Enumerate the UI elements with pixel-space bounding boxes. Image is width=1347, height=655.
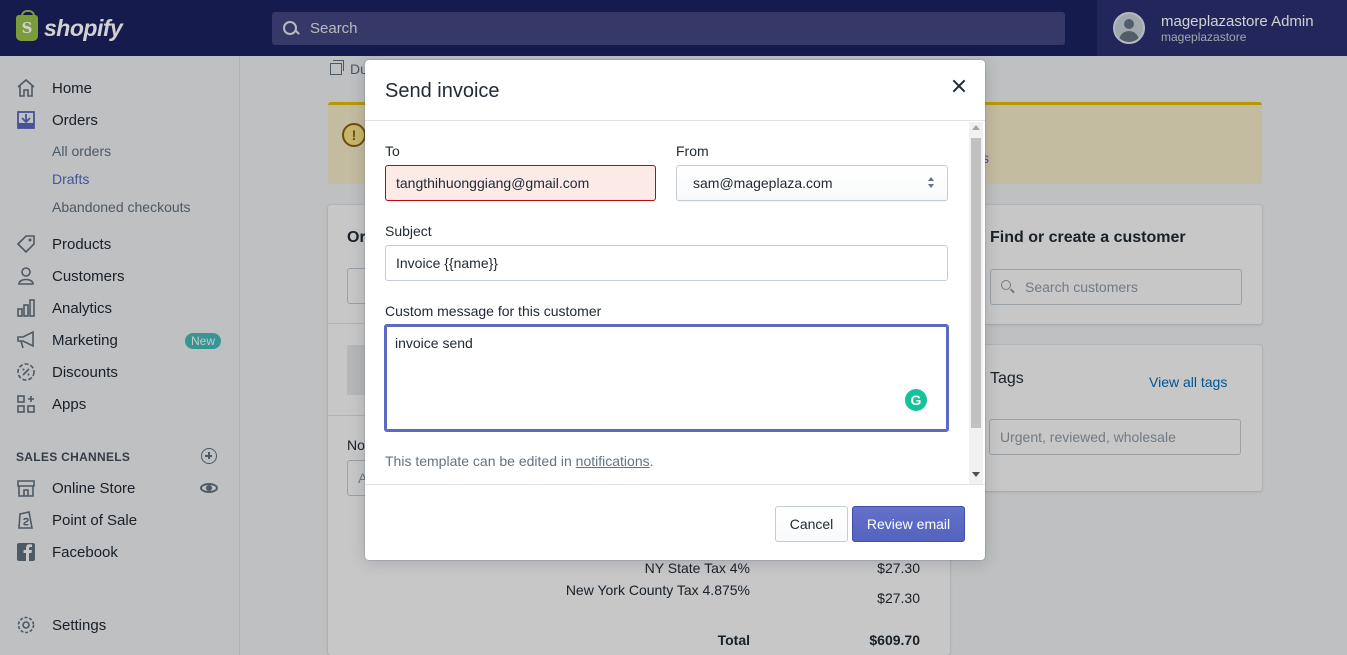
topbar-backdrop xyxy=(0,0,1347,56)
subject-label: Subject xyxy=(385,223,432,239)
modal-title: Send invoice xyxy=(385,80,500,102)
modal-body: To tangthihuonggiang@gmail.com From sam@… xyxy=(365,121,985,484)
scroll-up-icon[interactable] xyxy=(972,125,980,130)
from-email-select[interactable]: sam@mageplaza.com xyxy=(676,165,948,201)
modal-scrollbar[interactable] xyxy=(969,122,983,484)
select-arrows-icon xyxy=(927,177,935,189)
grammarly-icon[interactable]: G xyxy=(905,389,927,411)
to-email-field[interactable]: tangthihuonggiang@gmail.com xyxy=(385,165,656,201)
from-label: From xyxy=(676,143,709,159)
modal-footer: Cancel Review email xyxy=(365,484,985,560)
subject-field[interactable]: Invoice {{name}} xyxy=(385,245,948,281)
scroll-thumb[interactable] xyxy=(971,138,981,428)
scroll-down-icon[interactable] xyxy=(972,472,980,477)
to-label: To xyxy=(385,143,400,159)
review-email-button[interactable]: Review email xyxy=(852,506,965,542)
custom-message-label: Custom message for this customer xyxy=(385,303,602,319)
close-icon[interactable] xyxy=(949,76,969,96)
notifications-link[interactable]: notifications xyxy=(576,453,650,469)
modal-header: Send invoice xyxy=(365,60,985,121)
custom-message-textarea[interactable]: invoice send xyxy=(384,324,949,432)
template-help-text: This template can be edited in notificat… xyxy=(385,453,654,469)
cancel-button[interactable]: Cancel xyxy=(775,506,848,542)
send-invoice-modal: Send invoice To tangthihuonggiang@gmail.… xyxy=(365,60,985,560)
